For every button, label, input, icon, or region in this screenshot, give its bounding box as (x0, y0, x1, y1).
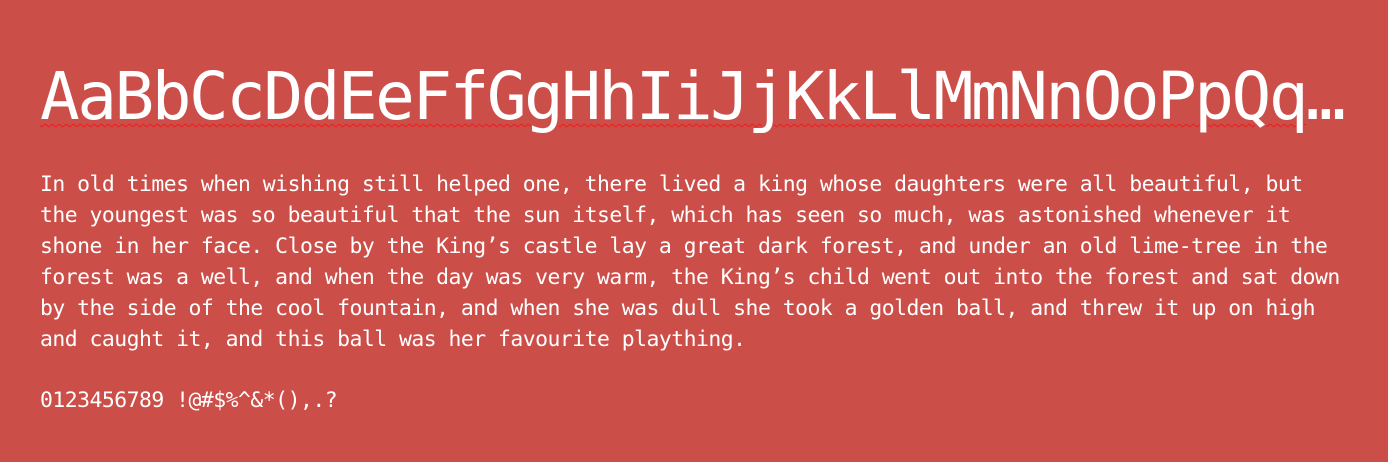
character-set-line: 0123456789 !@#$%^&*(),.? (40, 388, 338, 413)
alphabet-headline[interactable]: AaBbCcDdEeFfGgHhIiJjKkLlMmNnOoPpQqRrSsTt… (40, 52, 1348, 142)
sample-paragraph: In old times when wishing still helped o… (40, 172, 1340, 352)
font-specimen: AaBbCcDdEeFfGgHhIiJjKkLlMmNnOoPpQqRrSsTt… (40, 0, 1348, 462)
headline-container: AaBbCcDdEeFfGgHhIiJjKkLlMmNnOoPpQqRrSsTt… (40, 52, 1348, 142)
